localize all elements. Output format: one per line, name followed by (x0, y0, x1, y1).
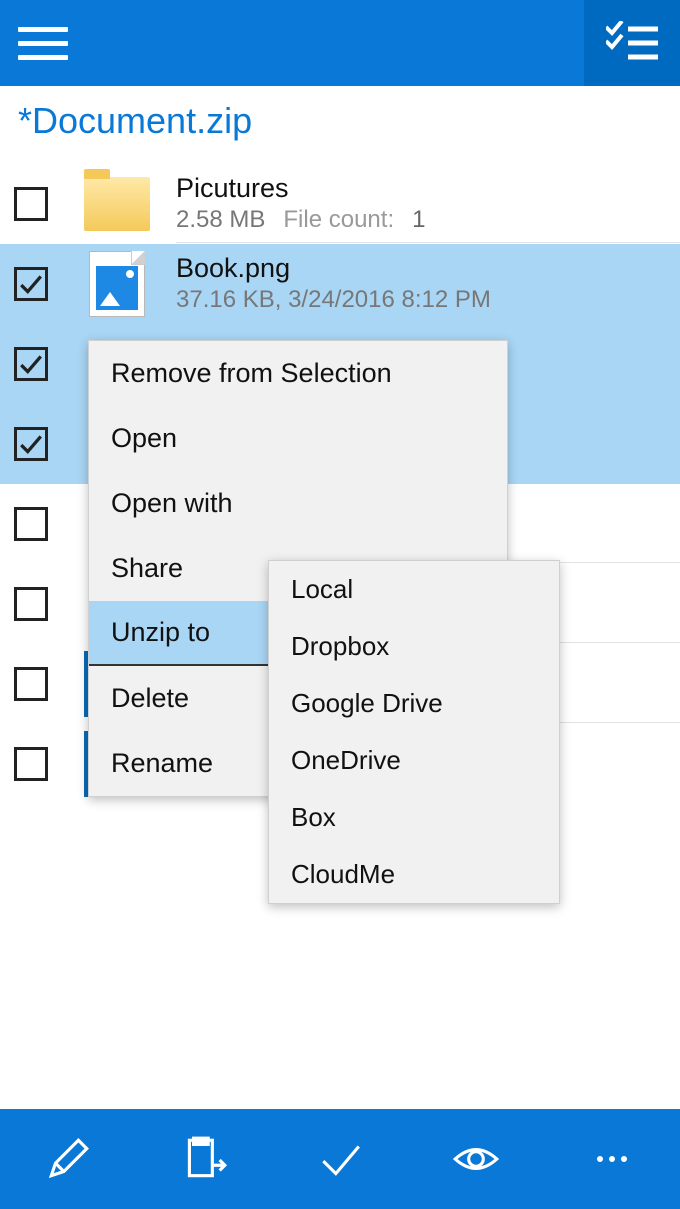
top-bar (0, 0, 680, 86)
checkbox[interactable] (14, 187, 48, 221)
menu-item-remove-selection[interactable]: Remove from Selection (89, 341, 507, 406)
folder-icon (82, 171, 152, 237)
more-button[interactable] (572, 1119, 652, 1199)
more-icon (597, 1156, 627, 1162)
file-name: Picutures (176, 173, 425, 204)
extract-button[interactable] (164, 1119, 244, 1199)
submenu-item-google-drive[interactable]: Google Drive (269, 675, 559, 732)
menu-item-unzip-to[interactable]: Unzip to (89, 601, 269, 666)
extract-icon (179, 1134, 229, 1184)
menu-button[interactable] (0, 0, 86, 86)
image-file-icon (82, 251, 152, 317)
view-button[interactable] (436, 1119, 516, 1199)
file-count-value: 1 (412, 206, 425, 234)
check-icon (315, 1134, 365, 1184)
submenu-item-cloudme[interactable]: CloudMe (269, 846, 559, 903)
list-item[interactable]: Book.png 37.16 KB, 3/24/2016 8:12 PM (0, 244, 680, 324)
checkbox[interactable] (14, 587, 48, 621)
bottom-toolbar (0, 1109, 680, 1209)
submenu-item-onedrive[interactable]: OneDrive (269, 732, 559, 789)
menu-item-open-with[interactable]: Open with (89, 471, 507, 536)
checkbox[interactable] (14, 667, 48, 701)
checkbox[interactable] (14, 267, 48, 301)
file-name: Book.png (176, 253, 491, 284)
checkbox[interactable] (14, 507, 48, 541)
edit-button[interactable] (28, 1119, 108, 1199)
file-size: 2.58 MB (176, 206, 265, 234)
checklist-icon (606, 21, 658, 65)
checkbox[interactable] (14, 747, 48, 781)
menu-item-open[interactable]: Open (89, 406, 507, 471)
file-count-label: File count: (283, 206, 394, 234)
checkbox[interactable] (14, 427, 48, 461)
pencil-icon (43, 1134, 93, 1184)
checkbox[interactable] (14, 347, 48, 381)
submenu-item-box[interactable]: Box (269, 789, 559, 846)
unzip-submenu: Local Dropbox Google Drive OneDrive Box … (268, 560, 560, 904)
file-meta: 37.16 KB, 3/24/2016 8:12 PM (176, 286, 491, 314)
submenu-item-local[interactable]: Local (269, 561, 559, 618)
confirm-button[interactable] (300, 1119, 380, 1199)
list-item[interactable]: Picutures 2.58 MB File count: 1 (0, 164, 680, 244)
eye-icon (451, 1134, 501, 1184)
archive-title: *Document.zip (0, 86, 680, 164)
select-mode-button[interactable] (584, 0, 680, 86)
submenu-item-dropbox[interactable]: Dropbox (269, 618, 559, 675)
